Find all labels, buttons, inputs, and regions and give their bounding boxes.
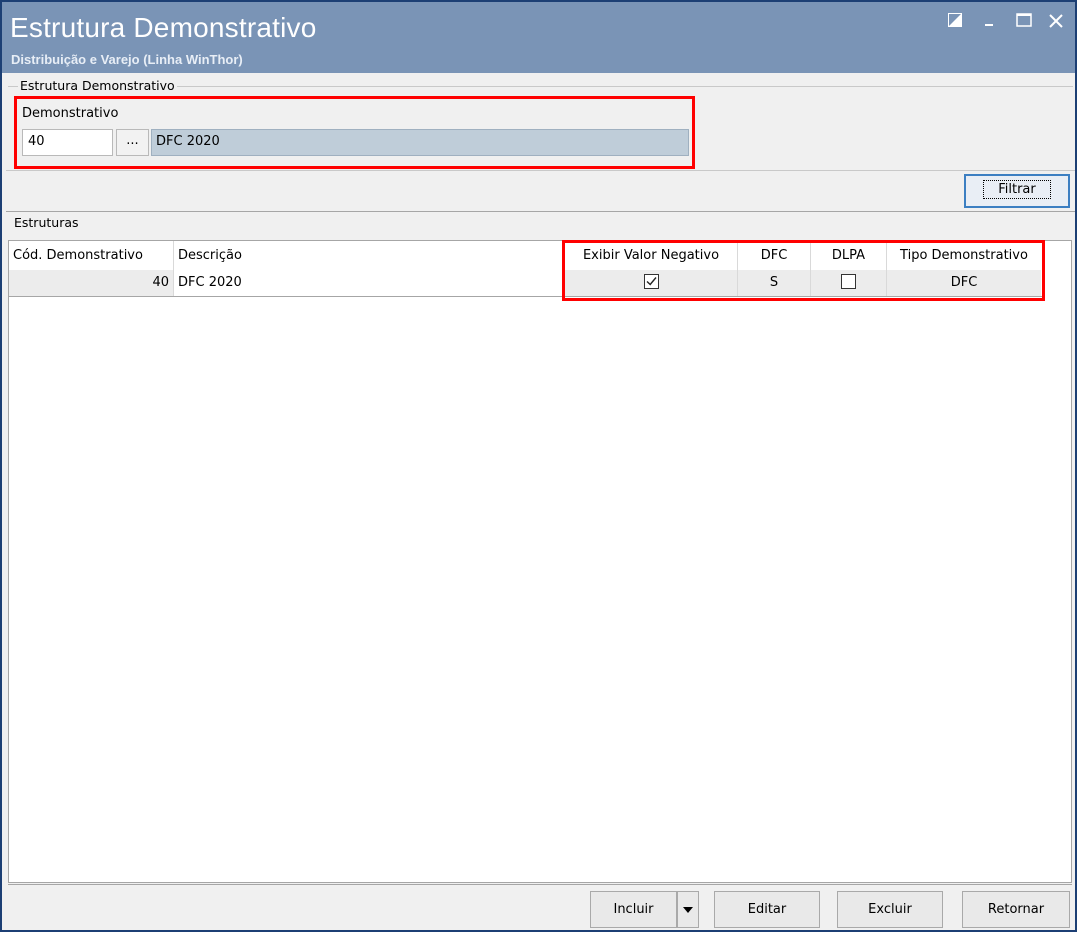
incluir-button[interactable]: Incluir xyxy=(590,891,677,928)
grid-legend: Estruturas xyxy=(12,215,81,230)
filter-button[interactable]: Filtrar xyxy=(964,174,1070,208)
retornar-button[interactable]: Retornar xyxy=(962,891,1070,928)
window-subtitle: Distribuição e Varejo (Linha WinThor) xyxy=(11,52,243,67)
window-title: Estrutura Demonstrativo xyxy=(10,12,317,43)
highlight-box-filter xyxy=(14,96,695,169)
filter-button-label: Filtrar xyxy=(983,180,1051,199)
excluir-button[interactable]: Excluir xyxy=(837,891,943,928)
filter-group-legend: Estrutura Demonstrativo xyxy=(18,78,177,93)
title-bar: Estrutura Demonstrativo Distribuição e V… xyxy=(2,2,1075,73)
cell-descricao[interactable]: DFC 2020 xyxy=(174,270,565,296)
app-window: Estrutura Demonstrativo Distribuição e V… xyxy=(0,0,1077,932)
column-header-cod[interactable]: Cód. Demonstrativo xyxy=(9,241,174,270)
column-header-descricao[interactable]: Descrição xyxy=(174,241,565,270)
close-icon[interactable] xyxy=(1045,12,1067,34)
restore-icon[interactable] xyxy=(944,12,966,34)
divider xyxy=(6,211,1075,212)
estruturas-grid[interactable]: Cód. Demonstrativo Descrição Exibir Valo… xyxy=(8,240,1072,883)
editar-button[interactable]: Editar xyxy=(714,891,820,928)
highlight-box-columns xyxy=(562,240,1045,301)
maximize-icon[interactable] xyxy=(1013,12,1035,34)
cell-cod[interactable]: 40 xyxy=(9,270,174,296)
divider xyxy=(8,884,1072,885)
minimize-icon[interactable] xyxy=(979,12,1001,34)
dropdown-arrow-icon[interactable] xyxy=(677,891,699,928)
divider xyxy=(6,170,1075,171)
